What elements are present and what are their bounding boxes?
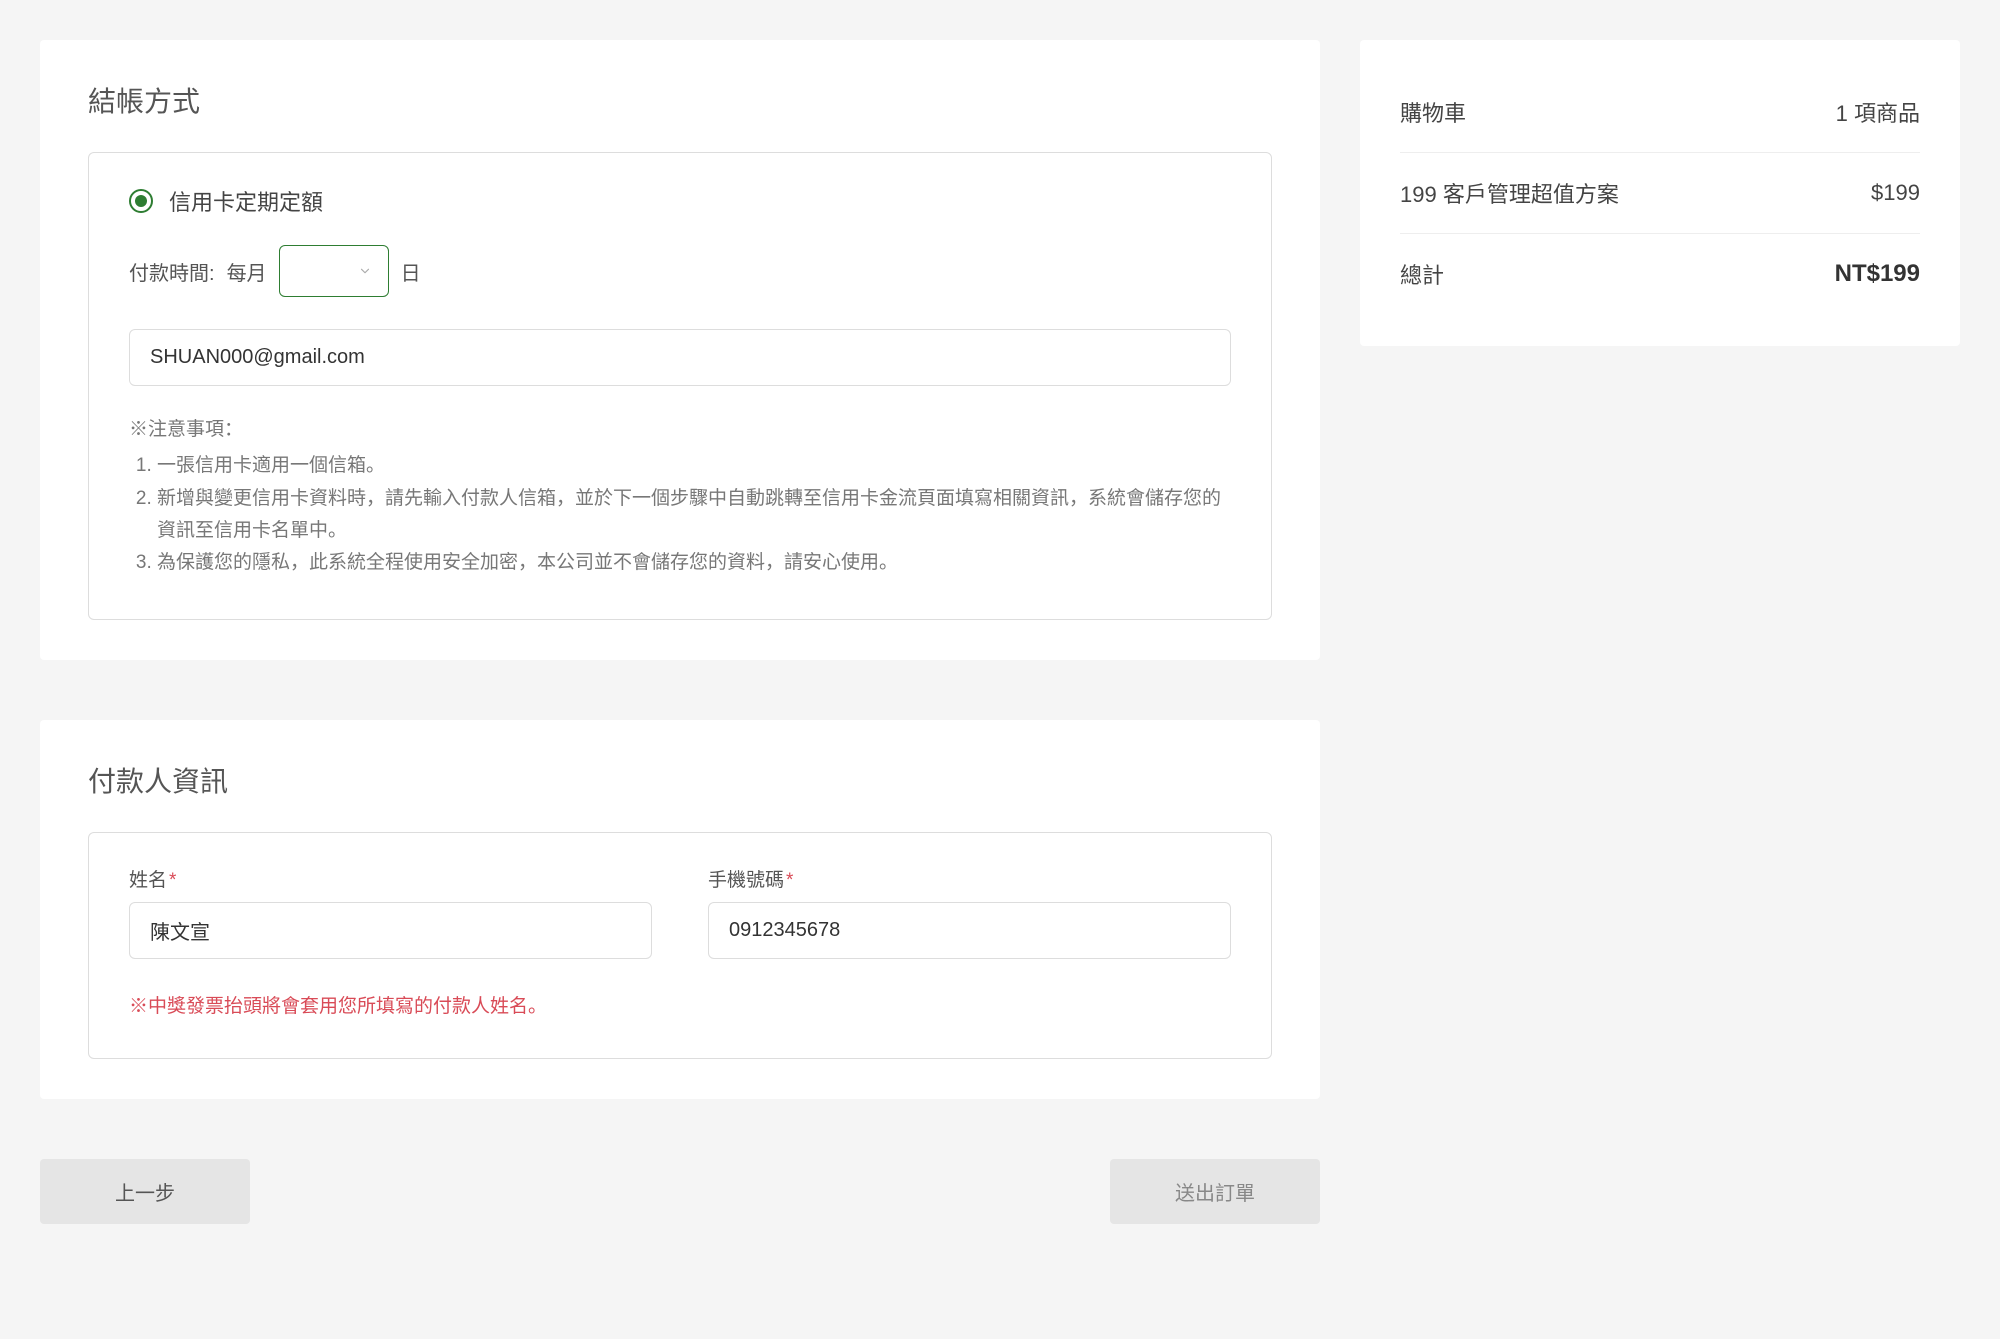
payment-option-box: 信用卡定期定額 付款時間: 每月 日 ※注意事項： 一張信用卡適用一個信箱。 新… xyxy=(88,152,1272,620)
submit-order-button[interactable]: 送出訂單 xyxy=(1110,1159,1320,1224)
cart-total-row: 總計 NT$199 xyxy=(1400,233,1920,314)
note-item: 為保護您的隱私，此系統全程使用安全加密，本公司並不會儲存您的資料，請安心使用。 xyxy=(157,547,1231,579)
payment-option-label: 信用卡定期定額 xyxy=(169,185,323,217)
required-mark: * xyxy=(786,870,793,891)
phone-input[interactable] xyxy=(708,902,1231,959)
checkout-method-card: 結帳方式 信用卡定期定額 付款時間: 每月 日 ※注意事項： xyxy=(40,40,1320,660)
cart-summary-card: 購物車 1 項商品 199 客戶管理超值方案 $199 總計 NT$199 xyxy=(1360,40,1960,346)
name-input[interactable] xyxy=(129,902,652,959)
note-item: 一張信用卡適用一個信箱。 xyxy=(157,450,1231,482)
payment-day-select[interactable] xyxy=(279,245,389,297)
cart-header-row: 購物車 1 項商品 xyxy=(1400,72,1920,152)
notes-header: ※注意事項： xyxy=(129,414,1231,446)
cart-item-count: 1 項商品 xyxy=(1836,96,1920,128)
chevron-down-icon xyxy=(358,264,372,278)
phone-label: 手機號碼* xyxy=(708,865,1231,892)
total-label: 總計 xyxy=(1400,258,1444,290)
back-button[interactable]: 上一步 xyxy=(40,1159,250,1224)
total-value: NT$199 xyxy=(1835,260,1920,288)
required-mark: * xyxy=(169,870,176,891)
name-label: 姓名* xyxy=(129,865,652,892)
invoice-warning: ※中獎發票抬頭將會套用您所填寫的付款人姓名。 xyxy=(129,991,1231,1018)
payment-option-radio[interactable]: 信用卡定期定額 xyxy=(129,185,1231,217)
cart-line-item: 199 客戶管理超值方案 $199 xyxy=(1400,152,1920,233)
payment-time-suffix: 日 xyxy=(401,257,421,286)
note-item: 新增與變更信用卡資料時，請先輸入付款人信箱，並於下一個步驟中自動跳轉至信用卡金流… xyxy=(157,483,1231,548)
checkout-method-title: 結帳方式 xyxy=(88,80,1272,120)
notes-list: 一張信用卡適用一個信箱。 新增與變更信用卡資料時，請先輸入付款人信箱，並於下一個… xyxy=(129,450,1231,579)
payer-form-box: 姓名* 手機號碼* ※中獎發票抬頭將會套用您所填寫的付款人姓名。 xyxy=(88,832,1272,1059)
cart-title: 購物車 xyxy=(1400,96,1466,128)
radio-selected-icon xyxy=(129,189,153,213)
payment-time-prefix: 每月 xyxy=(227,257,267,286)
payer-info-card: 付款人資訊 姓名* 手機號碼* ※中獎發票抬頭將會套用您所填寫的付款人姓名。 xyxy=(40,720,1320,1099)
line-item-name: 199 客戶管理超值方案 xyxy=(1400,177,1619,209)
payer-email-input[interactable] xyxy=(129,329,1231,386)
payer-info-title: 付款人資訊 xyxy=(88,760,1272,800)
button-row: 上一步 送出訂單 xyxy=(40,1159,1320,1224)
payment-time-row: 付款時間: 每月 日 xyxy=(129,245,1231,297)
payment-time-label: 付款時間: xyxy=(129,257,215,286)
line-item-price: $199 xyxy=(1871,180,1920,206)
notes-section: ※注意事項： 一張信用卡適用一個信箱。 新增與變更信用卡資料時，請先輸入付款人信… xyxy=(129,414,1231,579)
